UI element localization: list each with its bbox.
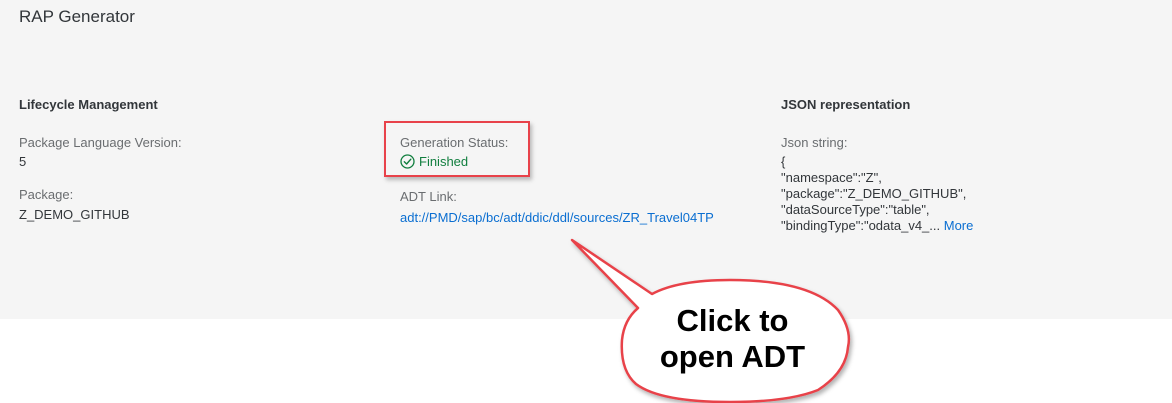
callout-line-2: open ADT: [659, 339, 806, 374]
json-section-title: JSON representation: [781, 97, 911, 112]
json-line: "package":"Z_DEMO_GITHUB",: [781, 186, 967, 201]
page-title: RAP Generator: [19, 7, 135, 26]
package-language-version-value: 5: [19, 154, 27, 169]
callout-line-1: Click to: [676, 303, 789, 338]
json-line: {: [781, 154, 786, 169]
more-link[interactable]: More: [944, 218, 974, 233]
lifecycle-section-title: Lifecycle Management: [19, 97, 158, 112]
generation-status-highlight: [384, 121, 530, 177]
json-line: "namespace":"Z",: [781, 170, 882, 185]
json-line-truncated: "bindingType":"odata_v4_...: [781, 218, 941, 233]
adt-link[interactable]: adt://PMD/sap/bc/adt/ddic/ddl/sources/ZR…: [400, 210, 714, 225]
package-language-version-label: Package Language Version:: [19, 135, 182, 150]
callout-text: Click to open ADT: [640, 303, 825, 375]
package-label: Package:: [19, 187, 74, 202]
adt-link-label: ADT Link:: [400, 189, 457, 204]
json-string-label: Json string:: [781, 135, 848, 150]
json-string-value: { "namespace":"Z", "package":"Z_DEMO_GIT…: [781, 154, 981, 234]
json-line: "dataSourceType":"table",: [781, 202, 930, 217]
package-value: Z_DEMO_GITHUB: [19, 207, 130, 222]
